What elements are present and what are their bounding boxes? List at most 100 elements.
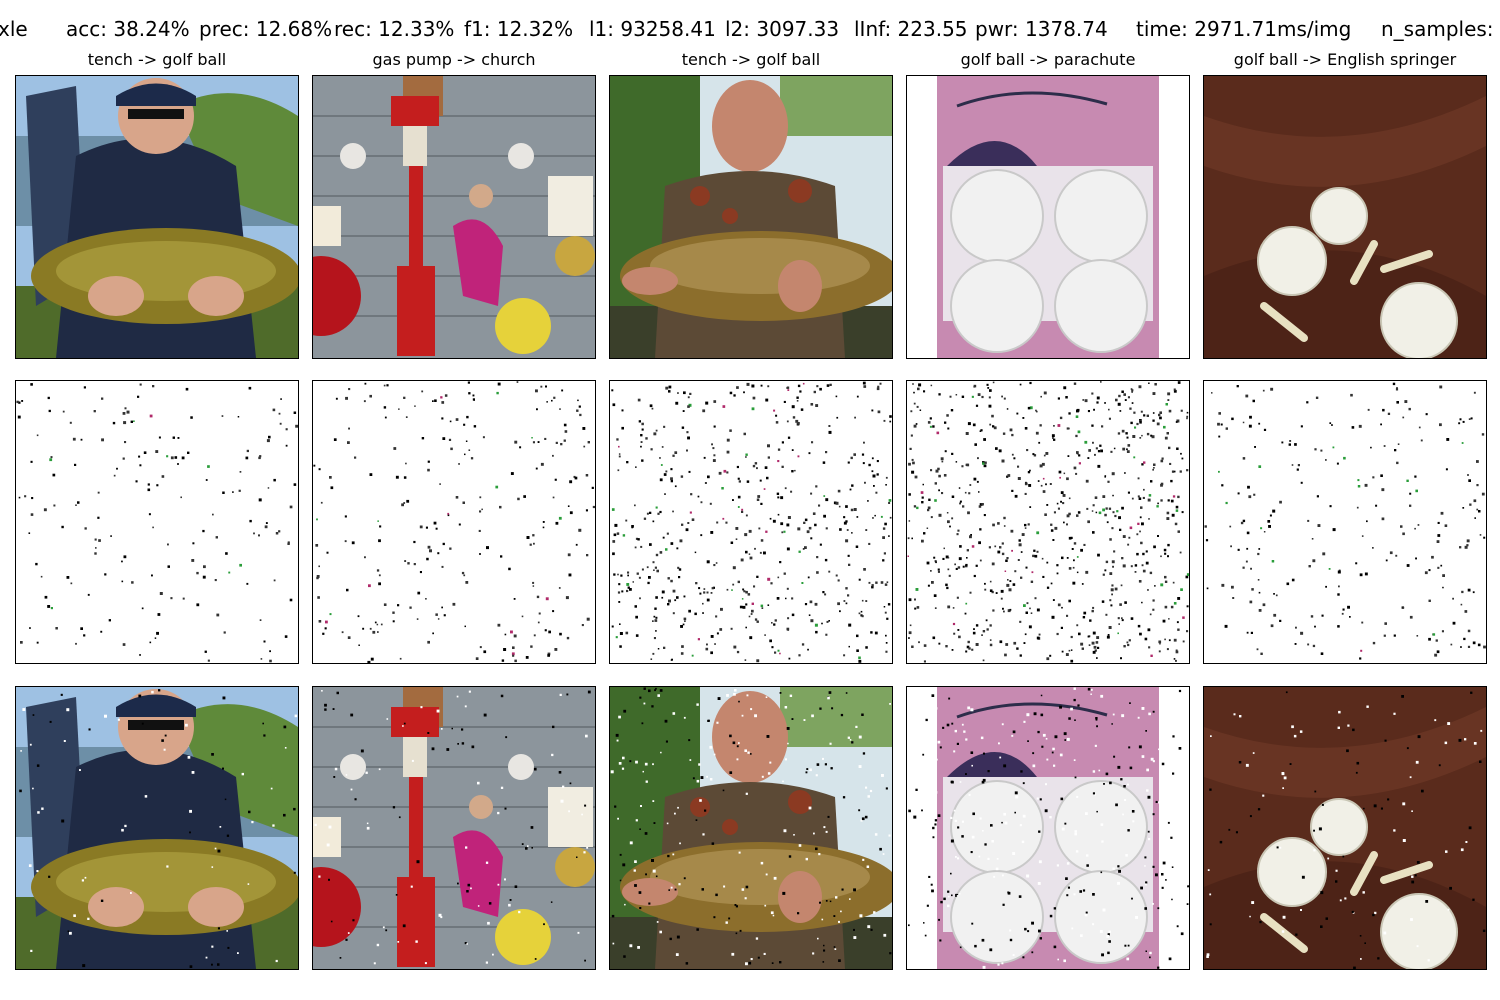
noise-pixel <box>862 858 865 861</box>
noise-pixel <box>1137 477 1140 480</box>
noise-pixel <box>736 758 739 761</box>
noise-pixel <box>927 506 931 510</box>
noise-pixel <box>1150 434 1153 437</box>
noise-pixel <box>957 629 960 631</box>
noise-pixel <box>1480 729 1483 732</box>
noise-pixel <box>1205 539 1209 542</box>
noise-pixel <box>947 904 950 908</box>
noise-pixel <box>495 485 499 489</box>
noise-pixel <box>930 516 933 519</box>
noise-pixel <box>756 467 758 470</box>
noise-pixel <box>398 408 400 410</box>
noise-pixel <box>1073 559 1075 562</box>
noise-pixel <box>510 472 514 475</box>
noise-pixel <box>258 498 262 502</box>
noise-pixel <box>802 548 805 550</box>
noise-pixel <box>1476 484 1479 487</box>
noise-pixel <box>649 511 652 514</box>
noise-pixel <box>124 407 127 410</box>
noise-pixel <box>1075 850 1079 853</box>
noise-pixel <box>1164 575 1167 579</box>
noise-pixel <box>583 445 586 448</box>
noise-pixel <box>392 620 395 623</box>
noise-pixel <box>1249 815 1252 818</box>
noise-pixel <box>1077 511 1081 514</box>
noise-pixel <box>619 623 621 625</box>
noise-pixel <box>651 407 654 410</box>
noise-pixel <box>995 447 998 450</box>
noise-pixel <box>966 557 968 559</box>
noise-pixel <box>1073 893 1076 896</box>
noise-pixel <box>1060 500 1062 503</box>
noise-pixel <box>802 382 805 385</box>
noise-pixel <box>825 451 828 454</box>
noise-pixel <box>1110 604 1113 607</box>
noise-pixel <box>156 631 159 635</box>
noise-pixel <box>1460 646 1462 648</box>
noise-pixel <box>978 855 981 858</box>
noise-pixel <box>1249 915 1251 918</box>
noise-pixel <box>466 890 469 893</box>
noise-pixel <box>1123 645 1126 648</box>
noise-pixel <box>1120 778 1123 781</box>
noise-pixel <box>913 815 917 819</box>
noise-pixel <box>965 773 967 775</box>
noise-pixel <box>1162 861 1166 865</box>
noise-pixel <box>871 584 874 587</box>
noise-pixel <box>1387 798 1390 801</box>
noise-pixel <box>926 561 930 565</box>
noise-pixel <box>532 534 535 537</box>
noise-pixel <box>1408 407 1411 411</box>
noise-pixel <box>1001 552 1005 556</box>
noise-pixel <box>1329 505 1332 508</box>
noise-pixel <box>1156 505 1159 508</box>
noise-pixel <box>884 522 887 526</box>
noise-pixel <box>863 385 867 388</box>
noise-pixel <box>385 929 388 932</box>
noise-pixel <box>448 438 452 441</box>
noise-pixel <box>715 615 718 618</box>
noise-pixel <box>1004 570 1007 572</box>
noise-pixel <box>1036 608 1040 612</box>
noise-pixel <box>147 488 151 492</box>
noise-pixel <box>1092 606 1095 609</box>
noise-pixel <box>787 389 790 391</box>
noise-pixel <box>713 564 716 567</box>
noise-pixel <box>808 526 812 530</box>
noise-pixel <box>77 501 80 504</box>
noise-pixel <box>1040 395 1042 398</box>
noise-pixel <box>372 630 376 634</box>
noise-pixel <box>711 587 714 590</box>
noise-pixel <box>1279 619 1282 622</box>
noise-pixel <box>87 917 90 920</box>
noise-pixel <box>1123 785 1126 788</box>
noise-pixel <box>989 639 992 641</box>
noise-pixel <box>1141 522 1144 526</box>
noise-pixel <box>921 809 923 812</box>
noise-pixel <box>335 397 338 400</box>
noise-pixel <box>1336 462 1339 465</box>
noise-pixel <box>1086 854 1089 857</box>
noise-pixel <box>1022 782 1025 785</box>
noise-pixel <box>663 473 667 476</box>
noise-pixel <box>104 573 107 576</box>
noise-pixel <box>582 427 586 430</box>
noise-pixel <box>477 781 480 785</box>
noise-pixel <box>798 844 802 847</box>
noise-pixel <box>659 478 663 482</box>
noise-pixel <box>653 822 656 824</box>
noise-pixel <box>1299 730 1303 733</box>
noise-pixel <box>958 557 962 561</box>
noise-pixel <box>848 645 850 648</box>
noise-pixel <box>1435 639 1438 642</box>
noise-pixel <box>1036 550 1039 553</box>
noise-pixel <box>427 468 430 472</box>
noise-pixel <box>643 517 647 520</box>
noise-pixel <box>262 722 264 725</box>
noise-pixel <box>1383 445 1386 447</box>
noise-pixel <box>141 722 144 725</box>
noise-pixel <box>30 949 33 952</box>
noise-pixel <box>559 693 562 696</box>
noise-pixel <box>995 867 999 871</box>
noise-pixel <box>909 447 912 450</box>
